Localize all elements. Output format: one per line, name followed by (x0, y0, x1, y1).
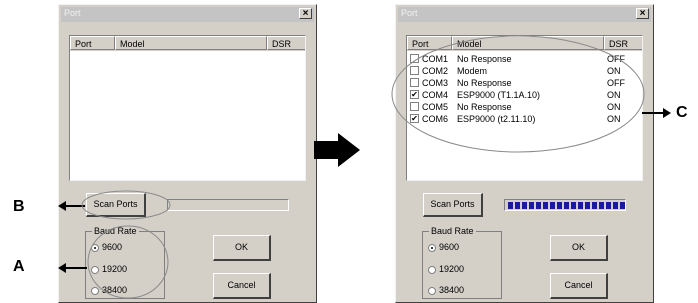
highlight-ellipse-c (391, 35, 645, 153)
label-b: B (13, 198, 25, 215)
label-a: A (13, 258, 25, 275)
annotation-overlay (58, 35, 671, 299)
highlight-ellipse-a (87, 225, 169, 299)
arrow-head-icon (58, 263, 66, 273)
arrow-head-icon (58, 201, 66, 211)
highlight-ellipse-b (81, 190, 171, 220)
arrow-head-icon (663, 108, 671, 118)
transition-arrow-icon (314, 133, 360, 167)
label-c: C (676, 104, 688, 121)
